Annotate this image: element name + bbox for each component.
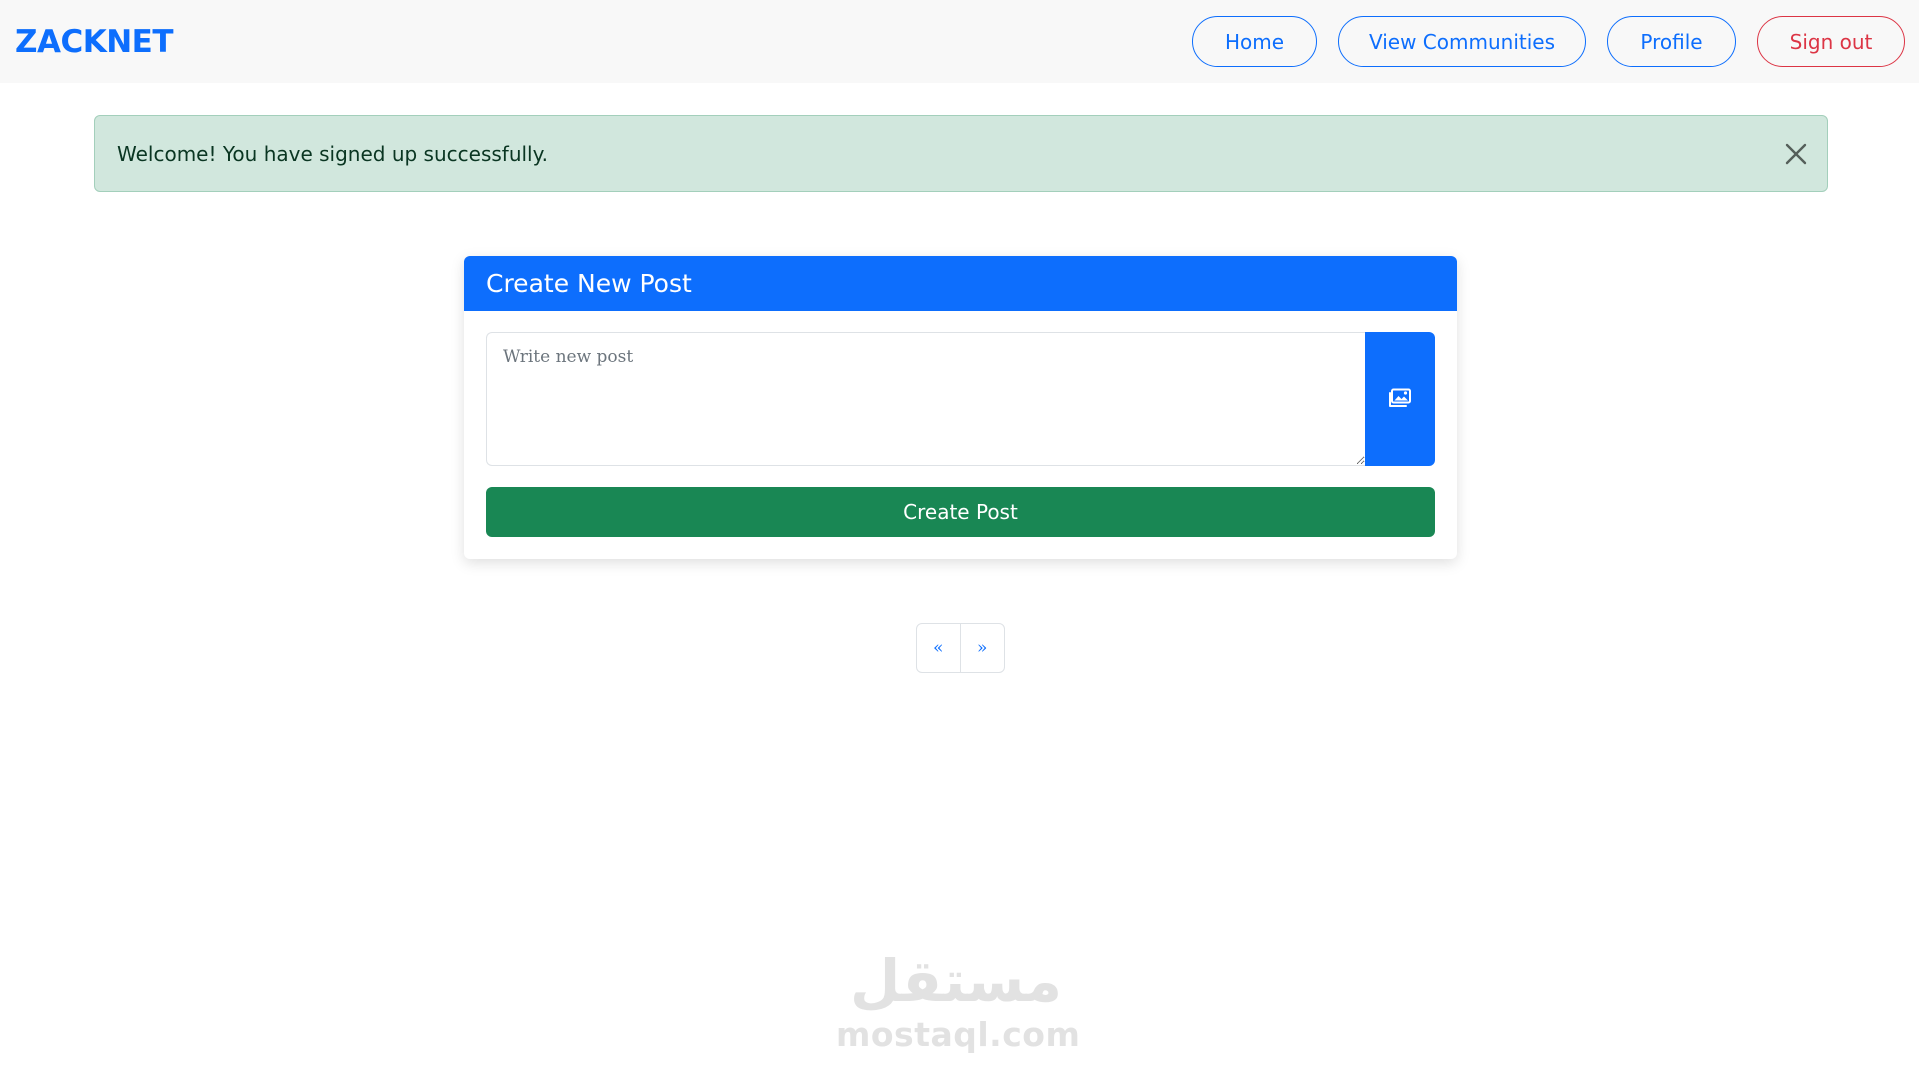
pagination-previous[interactable]: « [917, 624, 961, 672]
watermark-latin: mostaql.com [836, 1015, 1081, 1054]
watermark-arabic: مستقل [849, 947, 1063, 1015]
brand-logo[interactable]: ZACKNET [15, 22, 174, 62]
post-input[interactable] [486, 332, 1365, 466]
nav-view-communities-button[interactable]: View Communities [1338, 16, 1586, 67]
success-alert: Welcome! You have signed up successfully… [94, 115, 1828, 192]
image-upload-button[interactable] [1365, 332, 1435, 466]
card-header: Create New Post [464, 256, 1457, 311]
nav-home-button[interactable]: Home [1192, 16, 1317, 67]
create-post-card: Create New Post Create Post [464, 256, 1457, 559]
create-post-button[interactable]: Create Post [486, 487, 1435, 537]
mostaql-watermark: مستقل mostaql.com [836, 945, 1081, 1055]
nav-sign-out-button[interactable]: Sign out [1757, 16, 1905, 67]
navbar: ZACKNET Home View Communities Profile Si… [0, 0, 1919, 83]
close-icon[interactable] [1782, 140, 1810, 168]
pagination-next[interactable]: » [961, 624, 1005, 672]
images-icon [1388, 388, 1412, 411]
card-title: Create New Post [486, 269, 692, 298]
nav-profile-button[interactable]: Profile [1607, 16, 1736, 67]
pagination: « » [916, 623, 1005, 673]
alert-message: Welcome! You have signed up successfully… [117, 142, 548, 166]
